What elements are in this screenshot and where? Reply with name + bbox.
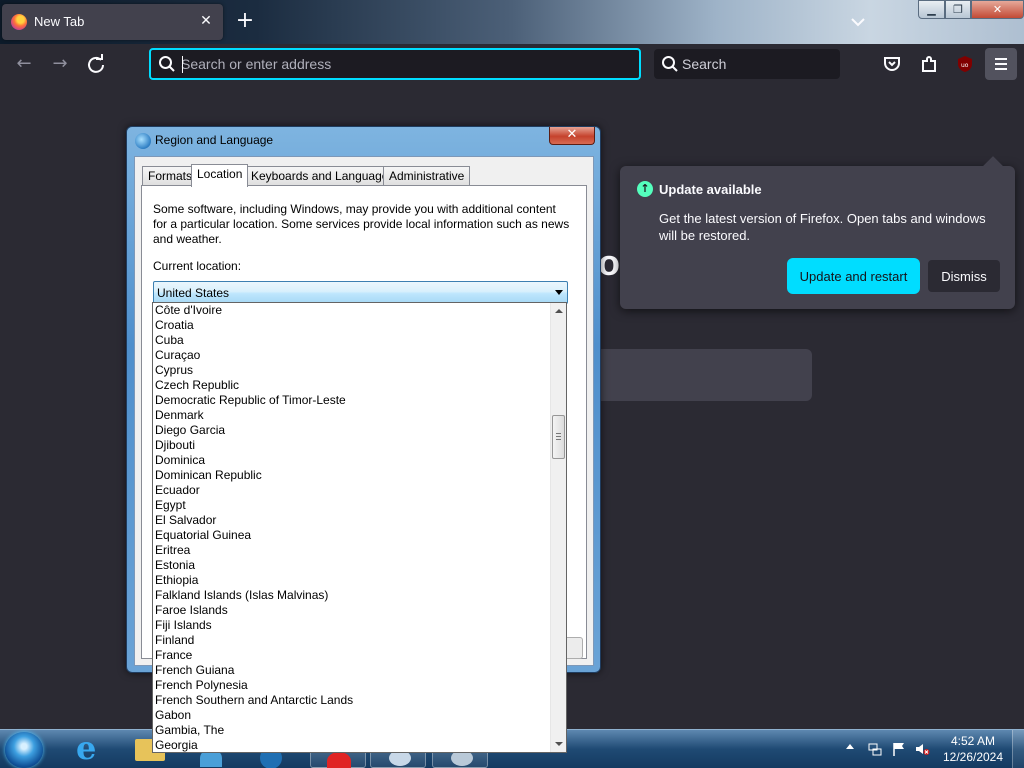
reload-icon [88, 54, 104, 73]
show-hidden-icons-button[interactable] [846, 744, 854, 749]
ublock-button[interactable]: uo [953, 52, 977, 76]
panel-arrow [983, 156, 1003, 176]
scrollbar-thumb[interactable] [552, 415, 565, 459]
location-option[interactable]: Gabon [153, 708, 551, 723]
location-option[interactable]: Faroe Islands [153, 603, 551, 618]
location-option[interactable]: Finland [153, 633, 551, 648]
back-button[interactable]: ← [12, 52, 36, 76]
tab-new-tab[interactable]: New Tab ✕ [2, 4, 223, 40]
dismiss-button[interactable]: Dismiss [928, 260, 1000, 292]
location-option[interactable]: France [153, 648, 551, 663]
search-icon [662, 56, 678, 72]
location-option[interactable]: Dominican Republic [153, 468, 551, 483]
action-center-flag-icon[interactable] [891, 741, 907, 757]
restore-button[interactable]: ❐ [945, 0, 971, 19]
new-tab-button[interactable]: + [233, 9, 257, 33]
dialog-title: Region and Language [155, 133, 274, 147]
puzzle-icon [922, 56, 936, 72]
location-option[interactable]: Georgia [153, 738, 551, 752]
chevron-down-icon [851, 18, 865, 27]
window-controls: ▁ ❐ ✕ [918, 0, 1024, 19]
address-bar[interactable] [149, 48, 641, 80]
update-title: Update available [659, 182, 762, 197]
svg-text:uo: uo [961, 62, 969, 69]
system-clock[interactable]: 4:52 AM 12/26/2024 [938, 733, 1008, 765]
close-window-button[interactable]: ✕ [971, 0, 1024, 19]
location-option[interactable]: Democratic Republic of Timor-Leste [153, 393, 551, 408]
grip-icon [556, 433, 561, 440]
network-icon[interactable] [867, 741, 883, 757]
location-option[interactable]: French Polynesia [153, 678, 551, 693]
reload-button[interactable] [84, 52, 108, 76]
location-option[interactable]: Djibouti [153, 438, 551, 453]
location-option[interactable]: French Southern and Antarctic Lands [153, 693, 551, 708]
location-option[interactable]: Czech Republic [153, 378, 551, 393]
pocket-icon [884, 57, 900, 71]
tab-keyboards-languages[interactable]: Keyboards and Languages [245, 166, 401, 186]
current-location-select[interactable]: United States [153, 281, 568, 304]
dialog-close-button[interactable]: ✕ [549, 127, 595, 145]
address-input[interactable] [181, 54, 621, 74]
update-and-restart-button[interactable]: Update and restart [789, 260, 918, 292]
location-option[interactable]: Côte d'Ivoire [153, 303, 551, 318]
tab-location[interactable]: Location [191, 164, 249, 187]
scroll-up-icon[interactable] [555, 309, 563, 313]
clock-time: 4:52 AM [950, 734, 996, 748]
globe-icon [135, 133, 151, 149]
pocket-button[interactable] [880, 52, 904, 76]
location-option[interactable]: El Salvador [153, 513, 551, 528]
volume-muted-icon[interactable] [914, 741, 930, 757]
navigation-toolbar: ← → Search uo [0, 44, 1024, 84]
dropdown-scrollbar[interactable] [550, 303, 566, 752]
tab-title: New Tab [34, 14, 85, 29]
search-bar[interactable]: Search [654, 49, 840, 79]
location-option[interactable]: Equatorial Guinea [153, 528, 551, 543]
location-option[interactable]: Ecuador [153, 483, 551, 498]
tab-administrative[interactable]: Administrative [383, 166, 471, 186]
clock-date: 12/26/2024 [942, 750, 1004, 764]
location-option[interactable]: Croatia [153, 318, 551, 333]
location-option[interactable]: Falkland Islands (Islas Malvinas) [153, 588, 551, 603]
scroll-down-icon[interactable] [555, 742, 563, 746]
update-doorhanger: ↑ Update available Get the latest versio… [620, 156, 1015, 309]
internet-explorer-icon[interactable] [62, 729, 118, 768]
search-icon [159, 56, 175, 72]
location-option[interactable]: Cuba [153, 333, 551, 348]
tab-strip: New Tab ✕ + ▁ ❐ ✕ [0, 0, 1024, 44]
minimize-button[interactable]: ▁ [918, 0, 945, 19]
location-option[interactable]: Egypt [153, 498, 551, 513]
location-description: Some software, including Windows, may pr… [153, 202, 570, 246]
forward-button[interactable]: → [48, 52, 72, 76]
location-option[interactable]: Denmark [153, 408, 551, 423]
extensions-button[interactable] [917, 52, 941, 76]
location-option[interactable]: Estonia [153, 558, 551, 573]
app-menu-button[interactable] [985, 48, 1017, 80]
location-option[interactable]: Eritrea [153, 543, 551, 558]
tab-formats[interactable]: Formats [142, 166, 199, 186]
hamburger-menu-icon [995, 58, 1007, 70]
location-dropdown-list[interactable]: Côte d'Ivoire Croatia Cuba Curaçao Cyprus Cze… [152, 302, 567, 753]
close-tab-icon[interactable]: ✕ [197, 12, 215, 30]
show-desktop-button[interactable] [1012, 730, 1024, 768]
location-option[interactable]: French Guiana [153, 663, 551, 678]
location-option[interactable]: Diego Garcia [153, 423, 551, 438]
location-options: Côte d'Ivoire Croatia Cuba Curaçao Cyprus Cze… [153, 303, 551, 752]
current-location-value: United States [157, 286, 230, 300]
location-option[interactable]: Curaçao [153, 348, 551, 363]
text-caret [182, 56, 183, 73]
ublock-shield-icon: uo [958, 56, 972, 72]
location-option[interactable]: Dominica [153, 453, 551, 468]
location-option[interactable]: Gambia, The [153, 723, 551, 738]
location-option[interactable]: Fiji Islands [153, 618, 551, 633]
list-all-tabs-button[interactable] [846, 10, 870, 34]
current-location-label: Current location: [153, 259, 242, 273]
location-option[interactable]: Ethiopia [153, 573, 551, 588]
start-button[interactable] [5, 732, 43, 768]
location-option[interactable]: Cyprus [153, 363, 551, 378]
update-message: Get the latest version of Firefox. Open … [659, 211, 986, 243]
update-arrow-icon: ↑ [637, 181, 653, 197]
firefox-icon [11, 14, 27, 30]
search-bar-label: Search [682, 56, 727, 72]
dropdown-arrow-icon[interactable] [555, 290, 563, 295]
